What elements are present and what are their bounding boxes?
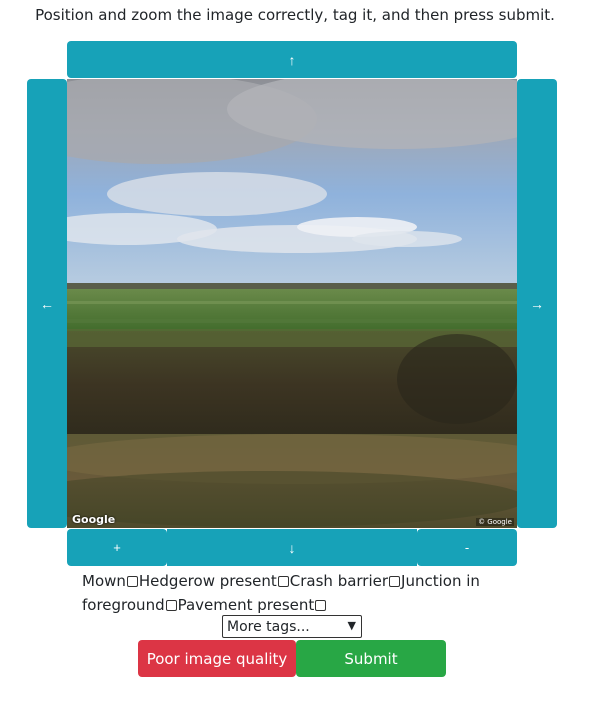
zoom-in-button[interactable]: + xyxy=(67,529,167,566)
tag-label-crash-barrier: Crash barrier xyxy=(289,572,389,590)
poor-image-quality-button[interactable]: Poor image quality xyxy=(138,640,296,677)
tag-label-pavement-present: Pavement present xyxy=(177,596,315,614)
pan-up-button[interactable]: ↑ xyxy=(67,41,517,78)
tag-checkboxes: Mown Hedgerow present Crash barrier Junctio… xyxy=(82,569,482,617)
google-copyright: © Google xyxy=(476,518,514,526)
checkbox-junction-in-foreground[interactable] xyxy=(165,600,177,611)
arrow-right-icon: → xyxy=(530,295,544,312)
tag-label-hedgerow-present: Hedgerow present xyxy=(138,572,277,590)
pan-down-button[interactable]: ↓ xyxy=(167,529,417,566)
zoom-out-button[interactable]: - xyxy=(417,529,517,566)
tag-label-mown: Mown xyxy=(82,572,126,590)
arrow-down-icon: ↓ xyxy=(288,539,296,556)
plus-icon: + xyxy=(113,540,121,555)
checkbox-crash-barrier[interactable] xyxy=(389,576,401,587)
more-tags-select[interactable]: More tags... ▼ xyxy=(222,615,362,638)
pan-right-button[interactable]: → xyxy=(517,79,557,528)
arrow-left-icon: ← xyxy=(40,295,54,312)
street-view-image: Google © Google xyxy=(67,79,517,528)
checkbox-pavement-present[interactable] xyxy=(315,600,327,611)
checkbox-hedgerow-present[interactable] xyxy=(277,576,289,587)
street-view-scene xyxy=(67,79,517,528)
more-tags-selected: More tags... xyxy=(227,618,310,635)
pan-left-button[interactable]: ← xyxy=(27,79,67,528)
submit-button[interactable]: Submit xyxy=(296,640,446,677)
minus-icon: - xyxy=(464,540,470,555)
arrow-up-icon: ↑ xyxy=(288,51,296,68)
checkbox-mown[interactable] xyxy=(126,576,138,587)
instructions-text: Position and zoom the image correctly, t… xyxy=(35,6,555,24)
chevron-down-icon: ▼ xyxy=(347,619,356,632)
google-logo: Google xyxy=(72,513,116,526)
